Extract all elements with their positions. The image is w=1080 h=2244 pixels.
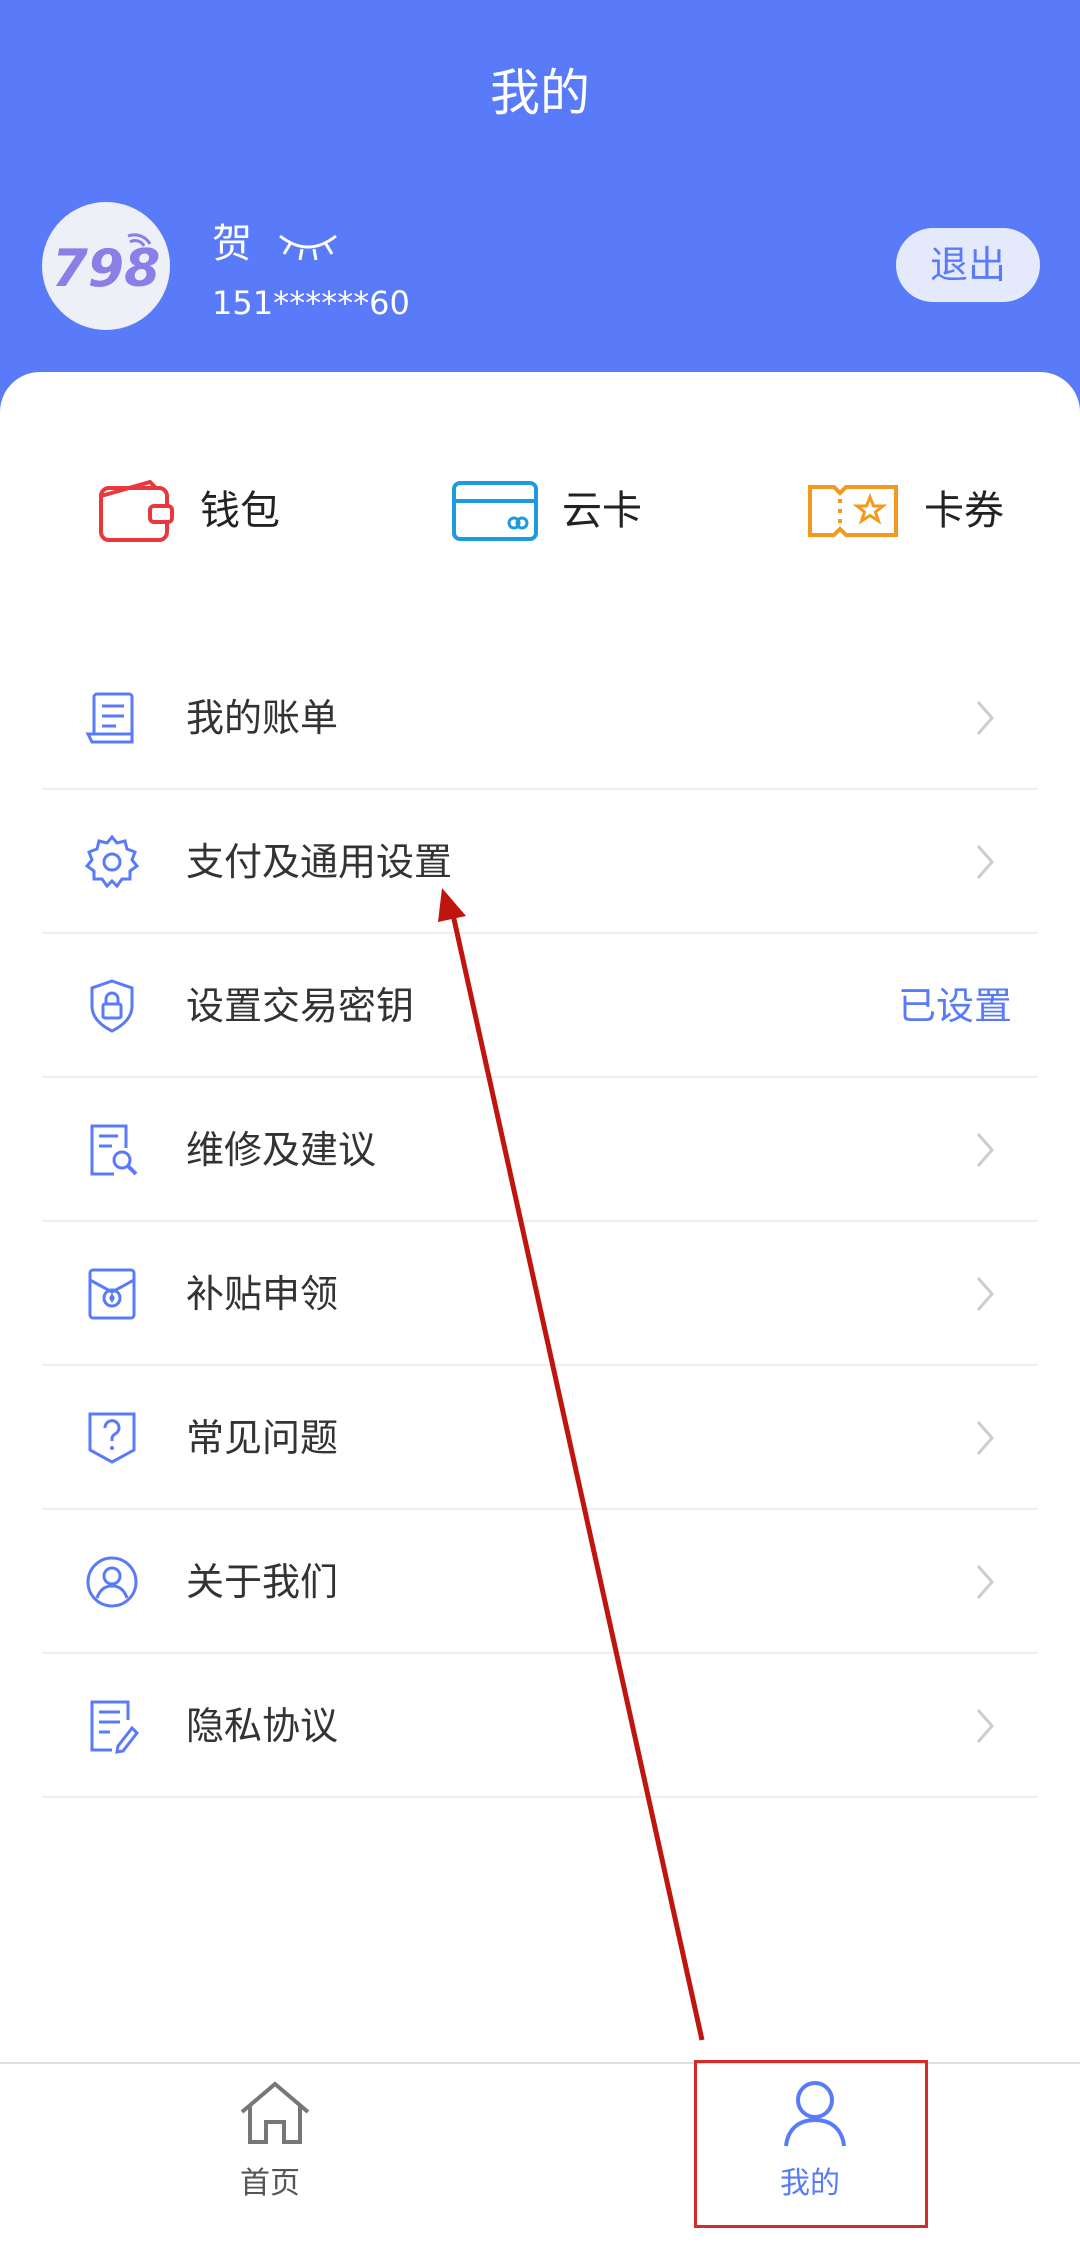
menu-item-settings[interactable]: 支付及通用设置 [42, 790, 1038, 934]
menu-item-trade-key[interactable]: 设置交易密钥 已设置 [42, 934, 1038, 1078]
document-edit-icon [90, 1700, 139, 1754]
menu-label: 设置交易密钥 [186, 984, 415, 1028]
menu-item-privacy[interactable]: 隐私协议 [42, 1654, 1038, 1798]
chevron-right-icon [976, 1421, 994, 1455]
menu-label: 我的账单 [186, 696, 339, 740]
chevron-right-icon [976, 1709, 994, 1743]
menu-item-subsidy[interactable]: 补贴申领 [42, 1222, 1038, 1366]
eye-closed-icon[interactable] [276, 222, 340, 262]
wallet-icon [99, 479, 174, 542]
chevron-right-icon [976, 1565, 994, 1599]
subsidy-icon [88, 1268, 136, 1320]
gear-icon [84, 834, 140, 889]
repair-icon [90, 1124, 138, 1176]
avatar[interactable]: 798 [42, 202, 170, 330]
chevron-right-icon [976, 701, 994, 735]
bill-icon [85, 692, 134, 744]
shield-lock-icon [90, 979, 134, 1033]
menu-item-repair[interactable]: 维修及建议 [42, 1078, 1038, 1222]
menu-label: 维修及建议 [186, 1128, 377, 1172]
annotation-highlight-box [694, 2060, 928, 2228]
page-title: 我的 [490, 64, 590, 122]
menu-label: 关于我们 [186, 1560, 339, 1604]
wallet-button[interactable]: 钱包 [98, 478, 280, 544]
home-icon [240, 2081, 310, 2144]
menu-item-faq[interactable]: 常见问题 [42, 1366, 1038, 1510]
menu-item-bill[interactable]: 我的账单 [42, 646, 1038, 790]
menu-label: 补贴申领 [186, 1272, 339, 1316]
menu-label: 隐私协议 [186, 1704, 339, 1748]
user-phone: 151******60 [212, 284, 410, 322]
user-circle-icon [86, 1556, 138, 1608]
coupon-label: 卡券 [924, 488, 1004, 534]
logout-button[interactable]: 退出 [896, 228, 1040, 302]
question-icon [88, 1412, 136, 1464]
tab-home-label: 首页 [240, 2166, 300, 2201]
menu-item-about[interactable]: 关于我们 [42, 1510, 1038, 1654]
coupon-button[interactable]: 卡券 [806, 478, 1004, 544]
card-icon [452, 481, 538, 541]
cloud-card-button[interactable]: 云卡 [452, 478, 642, 544]
cloud-card-label: 云卡 [562, 488, 642, 534]
status-text: 已设置 [897, 984, 1012, 1028]
wallet-label: 钱包 [200, 488, 280, 534]
chevron-right-icon [976, 845, 994, 879]
svg-text:798: 798 [52, 239, 161, 299]
chevron-right-icon [976, 1133, 994, 1167]
tab-home[interactable]: 首页 [120, 2064, 420, 2244]
menu-label: 支付及通用设置 [186, 840, 453, 884]
798-logo-icon: 798 [52, 233, 161, 299]
user-name: 贺 [212, 221, 252, 267]
chevron-right-icon [976, 1277, 994, 1311]
coupon-icon [808, 485, 898, 537]
menu-label: 常见问题 [186, 1416, 339, 1460]
